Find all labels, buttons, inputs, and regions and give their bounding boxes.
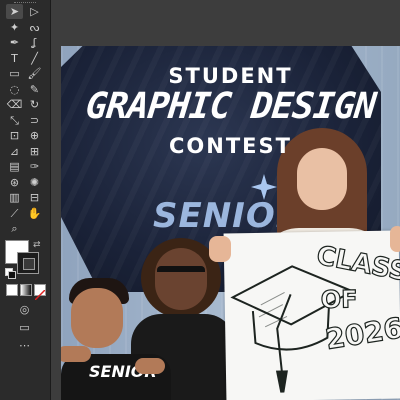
pencil-tool-icon[interactable]: ✎	[26, 82, 43, 97]
curvature-tool-icon[interactable]: ʆ	[26, 35, 43, 50]
tools-panel: ➤ ▷ ✦ ᔓ ✒ ʆ T ╱ ▭ 🖌 ◌ ✎ ⌫ ↻ ⤡ ⊃ ⊡ ⊕ ⊿ ⊞ ▤ ✑ ⊛ ✺ ▥ ⊟ ⟋ ✋ ⌕ ⇄ ◎ ▭ ⋯	[0, 0, 51, 400]
shape-builder-tool-icon[interactable]: ⊕	[26, 128, 43, 143]
magic-wand-tool-icon[interactable]: ✦	[6, 20, 23, 35]
fill-stroke-control: ⇄	[5, 240, 43, 279]
mesh-tool-icon[interactable]: ⊞	[26, 144, 43, 159]
color-mode-button[interactable]	[6, 284, 18, 296]
paintbrush-tool-icon[interactable]: 🖌	[26, 66, 43, 81]
class-of-2026-poster: CLASS OF 2026	[223, 230, 400, 400]
headline-graphic-design: GRAPHIC DESIGN	[83, 86, 378, 127]
eraser-tool-icon[interactable]: ⌫	[6, 97, 23, 112]
selection-tool-icon[interactable]: ➤	[6, 4, 23, 19]
pen-tool-icon[interactable]: ✒	[6, 35, 23, 50]
scale-tool-icon[interactable]: ⤡	[6, 113, 23, 128]
none-mode-button[interactable]	[34, 284, 46, 301]
perspective-grid-tool-icon[interactable]: ⊿	[6, 144, 23, 159]
lasso-tool-icon[interactable]: ᔓ	[26, 20, 43, 35]
app-window: ➤ ▷ ✦ ᔓ ✒ ʆ T ╱ ▭ 🖌 ◌ ✎ ⌫ ↻ ⤡ ⊃ ⊡ ⊕ ⊿ ⊞ ▤ ✑ ⊛ ✺ ▥ ⊟ ⟋ ✋ ⌕ ⇄ ◎ ▭ ⋯ SE…	[0, 0, 400, 400]
gradient-mode-button[interactable]	[20, 284, 32, 296]
pointing-hand-right	[135, 358, 165, 374]
draw-normal-icon[interactable]: ◎	[16, 302, 33, 317]
default-fill-stroke-icon[interactable]	[5, 268, 16, 279]
slice-tool-icon[interactable]: ⟋	[6, 206, 23, 221]
width-tool-icon[interactable]: ⊃	[26, 113, 43, 128]
line-tool-icon[interactable]: ╱	[26, 51, 43, 66]
direct-selection-tool-icon[interactable]: ▷	[26, 4, 43, 19]
type-tool-icon[interactable]: T	[6, 51, 23, 66]
artboard[interactable]: SENIOR CLASS OF 2026 SENIOR STUDENT GRAP…	[61, 46, 400, 400]
column-graph-tool-icon[interactable]: ▥	[6, 190, 23, 205]
document-canvas[interactable]: SENIOR CLASS OF 2026 SENIOR STUDENT GRAP…	[51, 0, 400, 400]
eyedropper-tool-icon[interactable]: ✑	[26, 159, 43, 174]
stroke-swatch[interactable]	[17, 252, 39, 274]
blend-tool-icon[interactable]: ⊛	[6, 175, 23, 190]
artboard-tool-icon[interactable]: ⊟	[26, 190, 43, 205]
swap-fill-stroke-icon[interactable]: ⇄	[33, 240, 41, 250]
gradient-tool-icon[interactable]: ▤	[6, 159, 23, 174]
hand-left-on-poster	[209, 236, 231, 262]
headline-contest: CONTEST	[169, 134, 292, 158]
student-photo-boy: SENIOR	[61, 278, 171, 400]
screen-mode-icon[interactable]: ▭	[16, 320, 33, 335]
shaper-tool-icon[interactable]: ◌	[6, 82, 23, 97]
pointing-hand-left	[61, 346, 91, 362]
hand-right-on-poster	[390, 226, 400, 252]
more-tools-icon[interactable]: ⋯	[16, 338, 33, 353]
free-transform-tool-icon[interactable]: ⊡	[6, 128, 23, 143]
poster-text-of: OF	[320, 285, 358, 315]
rotate-tool-icon[interactable]: ↻	[26, 97, 43, 112]
symbol-sprayer-tool-icon[interactable]: ✺	[26, 175, 43, 190]
headline-student: STUDENT	[168, 64, 293, 88]
hand-tool-icon[interactable]: ✋	[26, 206, 43, 221]
rectangle-tool-icon[interactable]: ▭	[6, 66, 23, 81]
zoom-tool-icon[interactable]: ⌕	[6, 221, 23, 236]
